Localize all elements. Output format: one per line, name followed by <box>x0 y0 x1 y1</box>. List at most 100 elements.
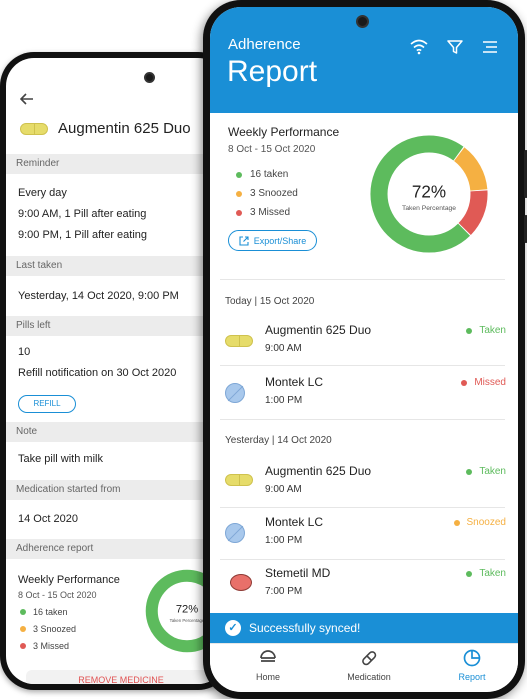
legend-missed-label: 3 Missed <box>250 207 291 218</box>
camera-icon <box>356 15 369 28</box>
missed-dot-icon <box>20 643 26 649</box>
missed-dot-icon <box>461 379 468 386</box>
snoozed-dot-icon <box>20 626 26 632</box>
nav-medication[interactable]: Medication <box>329 648 409 682</box>
remove-medicine-button[interactable]: REMOVE MEDICINE <box>26 670 216 684</box>
note-section-header: Note <box>6 422 226 442</box>
back-legend-snoozed-label: 3 Snoozed <box>33 624 77 634</box>
pills-left-section-header: Pills left <box>6 316 226 336</box>
day-label-yesterday: Yesterday | 14 Oct 2020 <box>225 435 332 446</box>
back-performance-date: 8 Oct - 15 Oct 2020 <box>18 590 97 600</box>
adherence-section-header: Adherence report <box>6 539 226 559</box>
status-badge: Taken <box>466 466 506 477</box>
entry-time: 7:00 PM <box>265 586 303 597</box>
page-title: Report <box>227 55 318 88</box>
report-screen: Adherence Report Weekly Performance 8 Oc… <box>210 7 518 692</box>
list-item[interactable]: Augmentin 625 Duo 9:00 AM Taken <box>210 319 518 369</box>
reminder-evening: 9:00 PM, 1 Pill after eating <box>18 229 148 241</box>
pills-left-count: 10 <box>18 346 31 358</box>
entry-name: Stemetil MD <box>265 566 331 580</box>
check-circle-icon: ✓ <box>225 620 241 636</box>
legend-snoozed-label: 3 Snoozed <box>250 188 298 199</box>
back-legend-missed: 3 Missed <box>20 641 69 651</box>
back-legend-snoozed: 3 Snoozed <box>20 624 76 634</box>
legend-taken: 16 taken <box>236 169 288 180</box>
yellow-capsule-icon <box>225 474 253 486</box>
back-arrow-icon[interactable] <box>19 92 34 111</box>
refill-button[interactable]: REFILL <box>18 395 76 413</box>
list-item[interactable]: Montek LC 1:00 PM Snoozed <box>210 511 518 561</box>
blue-round-pill-icon <box>225 523 245 543</box>
detail-phone: Augmentin 625 Duo Reminder Every day 9:0… <box>0 52 232 690</box>
reminder-section-header: Reminder <box>6 154 226 174</box>
back-donut-label: Taken Percentage <box>170 618 205 623</box>
nav-home-label: Home <box>255 672 280 682</box>
status-badge: Snoozed <box>453 517 506 528</box>
taken-dot-icon <box>20 609 26 615</box>
back-legend-missed-label: 3 Missed <box>33 641 70 651</box>
yellow-capsule-icon <box>225 335 253 347</box>
reminder-morning: 9:00 AM, 1 Pill after eating <box>18 208 147 220</box>
entry-time: 1:00 PM <box>265 535 303 546</box>
list-item[interactable]: Montek LC 1:00 PM Missed <box>210 371 518 421</box>
last-taken-value: Yesterday, 14 Oct 2020, 9:00 PM <box>18 290 179 302</box>
divider <box>220 365 505 366</box>
back-donut-percentage: 72% <box>176 604 198 616</box>
status-label: Taken <box>479 568 506 579</box>
donut-label: Taken Percentage <box>402 205 456 212</box>
export-share-button[interactable]: Export/Share <box>228 230 317 251</box>
status-label: Taken <box>479 466 506 477</box>
nav-report-label: Report <box>458 672 486 682</box>
legend-taken-label: 16 taken <box>250 169 289 180</box>
external-link-icon <box>239 235 249 246</box>
detail-screen: Augmentin 625 Duo Reminder Every day 9:0… <box>6 58 226 684</box>
entry-name: Montek LC <box>265 515 324 529</box>
donut-percentage: 72% <box>412 183 446 202</box>
entry-name: Montek LC <box>265 375 324 389</box>
status-label: Taken <box>479 325 506 336</box>
adherence-donut-chart: 72% Taken Percentage <box>370 135 488 253</box>
list-item[interactable]: Stemetil MD 7:00 PM Taken <box>210 562 518 612</box>
pie-chart-icon <box>432 648 512 670</box>
reminder-frequency: Every day <box>18 187 67 199</box>
entry-name: Augmentin 625 Duo <box>265 464 372 478</box>
export-share-label: Export/Share <box>253 235 307 246</box>
report-phone: Adherence Report Weekly Performance 8 Oc… <box>203 0 527 699</box>
report-header: Adherence Report <box>210 7 518 113</box>
divider <box>220 507 505 508</box>
legend-snoozed: 3 Snoozed <box>236 188 298 199</box>
pill-icon <box>329 648 409 670</box>
snoozed-dot-icon <box>453 519 460 526</box>
back-performance-title: Weekly Performance <box>18 574 120 586</box>
started-from-section-header: Medication started from <box>6 480 226 500</box>
medicine-title: Augmentin 625 Duo <box>58 120 191 137</box>
taken-dot-icon <box>466 468 473 475</box>
medicine-header: Augmentin 625 Duo <box>20 120 191 137</box>
sync-toast: ✓ Successfully synced! <box>210 613 518 643</box>
nav-report[interactable]: Report <box>432 648 512 682</box>
wifi-icon[interactable] <box>410 39 428 60</box>
blue-round-pill-icon <box>225 383 245 403</box>
refill-note: Refill notification on 30 Oct 2020 <box>18 367 177 379</box>
nav-home[interactable]: Home <box>228 648 308 682</box>
entry-time: 1:00 PM <box>265 395 303 406</box>
performance-title: Weekly Performance <box>228 125 340 139</box>
back-legend-taken-label: 16 taken <box>33 607 68 617</box>
home-icon <box>228 648 308 670</box>
performance-date-range: 8 Oct - 15 Oct 2020 <box>228 144 316 155</box>
last-taken-section-header: Last taken <box>6 256 226 276</box>
divider <box>220 559 505 560</box>
entry-time: 9:00 AM <box>265 343 302 354</box>
yellow-capsule-icon <box>20 122 48 135</box>
camera-icon <box>144 72 155 83</box>
back-legend-taken: 16 taken <box>20 607 68 617</box>
missed-dot-icon <box>236 209 242 216</box>
menu-icon[interactable] <box>482 39 498 60</box>
list-item[interactable]: Augmentin 625 Duo 9:00 AM Taken <box>210 460 518 510</box>
filter-icon[interactable] <box>447 39 463 60</box>
snoozed-dot-icon <box>236 190 242 197</box>
status-label: Snoozed <box>466 517 506 528</box>
note-value: Take pill with milk <box>18 453 103 465</box>
entry-name: Augmentin 625 Duo <box>265 323 372 337</box>
sync-message: Successfully synced! <box>249 621 361 635</box>
